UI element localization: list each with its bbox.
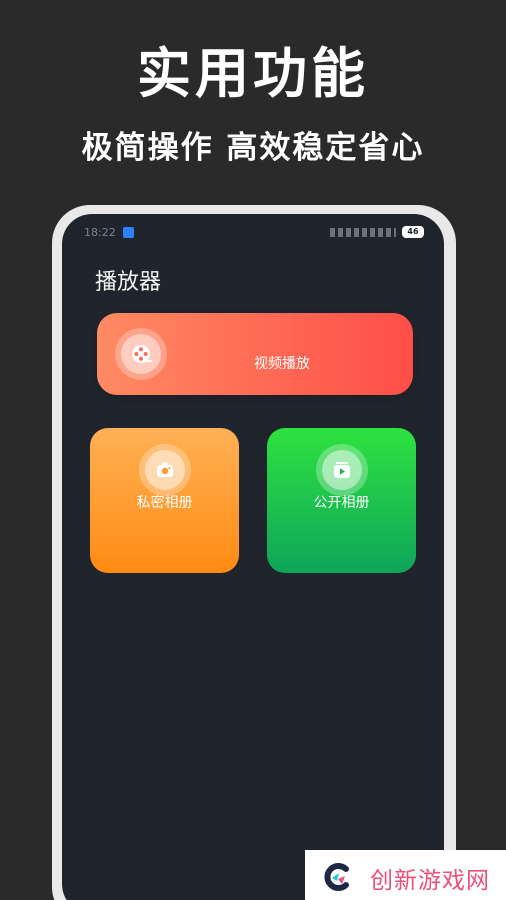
status-time: 18:22 xyxy=(84,226,116,239)
promo-subheadline: 极简操作 高效稳定省心 xyxy=(81,130,425,166)
video-play-card[interactable]: 视频播放 xyxy=(97,313,413,395)
public-album-card[interactable]: 公开相册 xyxy=(267,428,416,573)
status-bar: 18:22 46 xyxy=(62,224,444,242)
play-album-icon-glyph xyxy=(334,462,350,478)
promo-headline: 实用功能 xyxy=(137,42,369,105)
private-album-card[interactable]: 私密相册 xyxy=(90,428,239,573)
watermark: 创新游戏网 xyxy=(305,850,506,900)
video-play-label: 视频播放 xyxy=(254,356,310,372)
watermark-text: 创新游戏网 xyxy=(370,868,490,894)
promo-page: 实用功能 极简操作 高效稳定省心 18:22 46 播放器 视频播放 私密相册 … xyxy=(0,0,506,900)
watermark-logo-icon xyxy=(324,863,349,891)
signal-icon xyxy=(330,227,396,237)
battery-icon: 46 xyxy=(402,226,424,238)
camera-icon xyxy=(139,444,191,496)
camera-icon-glyph xyxy=(157,462,173,477)
film-reel-icon-glyph xyxy=(132,345,152,363)
notification-app-icon xyxy=(123,227,134,238)
status-indicators: 46 xyxy=(330,226,424,238)
phone-screen: 18:22 46 播放器 视频播放 私密相册 公开相册 xyxy=(62,214,444,900)
film-reel-icon xyxy=(115,328,167,380)
screen-title: 播放器 xyxy=(95,270,162,295)
public-album-label: 公开相册 xyxy=(313,495,370,511)
private-album-label: 私密相册 xyxy=(136,495,193,511)
play-album-icon xyxy=(316,444,368,496)
